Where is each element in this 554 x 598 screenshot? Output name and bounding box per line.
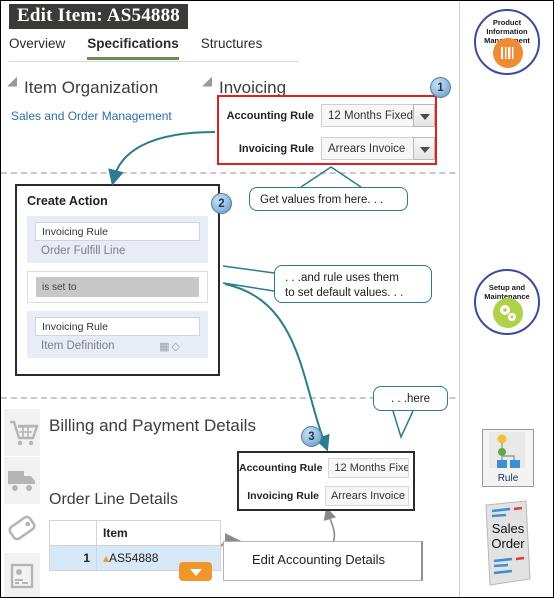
callout-rule-uses-line2: to set default values. . . — [285, 287, 404, 299]
rail-tile-label-rule: Rule — [497, 473, 519, 484]
attribute-2-icons[interactable]: ▦◇ — [159, 340, 182, 353]
step-badge-2: 2 — [211, 193, 232, 214]
callout-here: . . .here — [373, 386, 448, 411]
organization-link[interactable]: Sales and Order Management — [11, 109, 172, 123]
cell-row-number: 1 — [49, 545, 97, 571]
attribute-2-entity: ▦◇ Item Definition — [27, 336, 208, 353]
attribute-1-name[interactable]: Invoicing Rule — [35, 222, 200, 241]
field-row-accounting-rule: Accounting Rule 12 Months Fixed — [219, 101, 435, 130]
rail-badge-product-information-management: Product Information Management — [474, 9, 540, 75]
rail-label-setup: Setup and Maintenance — [484, 283, 530, 301]
accounting-rule-dropdown-icon[interactable] — [413, 104, 435, 127]
rule-tree-icon — [489, 432, 525, 468]
col-header-item: Item — [96, 520, 221, 546]
popup-invoicing-rule-value[interactable]: Arrears Invoice — [325, 486, 409, 506]
page-title: Edit Item: AS54888 — [9, 4, 188, 29]
popup-invoicing-rule-label: Invoicing Rule — [247, 490, 319, 502]
truck-icon — [8, 471, 35, 491]
attribute-2-entity-label: Item Definition — [41, 340, 115, 352]
accounting-rule-label: Accounting Rule — [226, 109, 314, 122]
create-action-title: Create Action — [27, 194, 108, 208]
rail-badge-setup-and-maintenance: Setup and Maintenance — [474, 269, 540, 335]
item-organization-title: Item Organization — [24, 78, 159, 97]
popup-row-invoicing-rule: Invoicing Rule Arrears Invoice — [239, 483, 413, 509]
shopping-cart-icon — [10, 420, 39, 446]
operator-value[interactable]: is set to — [36, 277, 199, 297]
barcode-icon — [493, 38, 523, 68]
disclosure-triangle-icon-invoicing[interactable] — [202, 76, 217, 92]
billing-and-payment-title: Billing and Payment Details — [49, 416, 256, 435]
field-row-invoicing-rule: Invoicing Rule Arrears Invoice — [219, 134, 435, 163]
tab-structures[interactable]: Structures — [201, 34, 263, 57]
create-action-attribute-1: Invoicing Rule Order Fulfill Line — [27, 216, 208, 263]
attribute-1-entity: Order Fulfill Line — [41, 245, 126, 257]
step-badge-1: 1 — [430, 77, 451, 98]
order-line-details-title: Order Line Details — [49, 491, 178, 508]
sidebar-item-customer[interactable] — [4, 553, 40, 597]
invoicing-rule-dropdown-icon[interactable] — [413, 137, 435, 160]
popup-row-accounting-rule: Accounting Rule 12 Months Fixed — [239, 455, 413, 481]
sidebar-item-shipping[interactable] — [4, 457, 40, 505]
context-menu: Edit Accounting Details — [223, 541, 423, 581]
invoicing-rule-value[interactable]: Arrears Invoice — [321, 137, 413, 160]
sidebar-item-shopping-cart[interactable] — [4, 409, 40, 457]
create-action-panel: Create Action Invoicing Rule Order Fulfi… — [15, 184, 220, 376]
step-badge-3: 3 — [301, 426, 322, 447]
col-header-num — [49, 520, 97, 546]
contact-card-icon — [10, 563, 34, 589]
popup-accounting-rule-label: Accounting Rule — [239, 462, 323, 474]
screenshot-root: Edit Item: AS54888 Overview Specificatio… — [0, 0, 554, 598]
tab-specifications[interactable]: Specifications — [87, 34, 179, 60]
callout-rule-uses-line1: . . .and rule uses them — [285, 272, 399, 284]
tab-bar: Overview Specifications Structures — [9, 34, 309, 60]
tab-bar-underline — [9, 61, 299, 62]
callout-rule-uses: . . .and rule uses them to set default v… — [274, 265, 432, 303]
popup-accounting-rule-value[interactable]: 12 Months Fixed — [328, 458, 409, 478]
invoicing-rule-label: Invoicing Rule — [238, 142, 314, 155]
rail-tile-rule: Rule — [482, 429, 534, 487]
tab-overview[interactable]: Overview — [9, 34, 65, 57]
gears-icon — [493, 298, 523, 328]
create-action-operator-block: is set to — [27, 271, 208, 303]
create-action-attribute-2: Invoicing Rule ▦◇ Item Definition — [27, 311, 208, 358]
attribute-2-name[interactable]: Invoicing Rule — [35, 317, 200, 336]
tag-icon — [8, 515, 36, 541]
sidebar-item-pricing[interactable] — [4, 505, 40, 553]
right-rail: Product Information Management Setup and — [459, 1, 553, 597]
rail-tile-label-sales-order: Sales Order — [491, 521, 525, 551]
cell-item-text: AS54888 — [109, 551, 159, 565]
menu-item-edit-accounting-details[interactable]: Edit Accounting Details — [224, 542, 421, 567]
table-header-row: Item — [49, 520, 221, 546]
row-drilldown-button[interactable] — [179, 562, 212, 581]
disclosure-triangle-icon[interactable] — [7, 76, 22, 92]
invoicing-fields-highlight: Accounting Rule 12 Months Fixed Invoicin… — [217, 95, 437, 165]
callout-get-values: Get values from here. . . — [249, 187, 408, 211]
accounting-details-popup: Accounting Rule 12 Months Fixed Invoicin… — [237, 451, 415, 511]
accounting-rule-value[interactable]: 12 Months Fixed — [321, 104, 413, 127]
order-left-icon-strip — [4, 409, 40, 597]
rail-tile-sales-order: Sales Order — [478, 499, 538, 587]
item-organization-section: Item Organization — [7, 76, 159, 98]
